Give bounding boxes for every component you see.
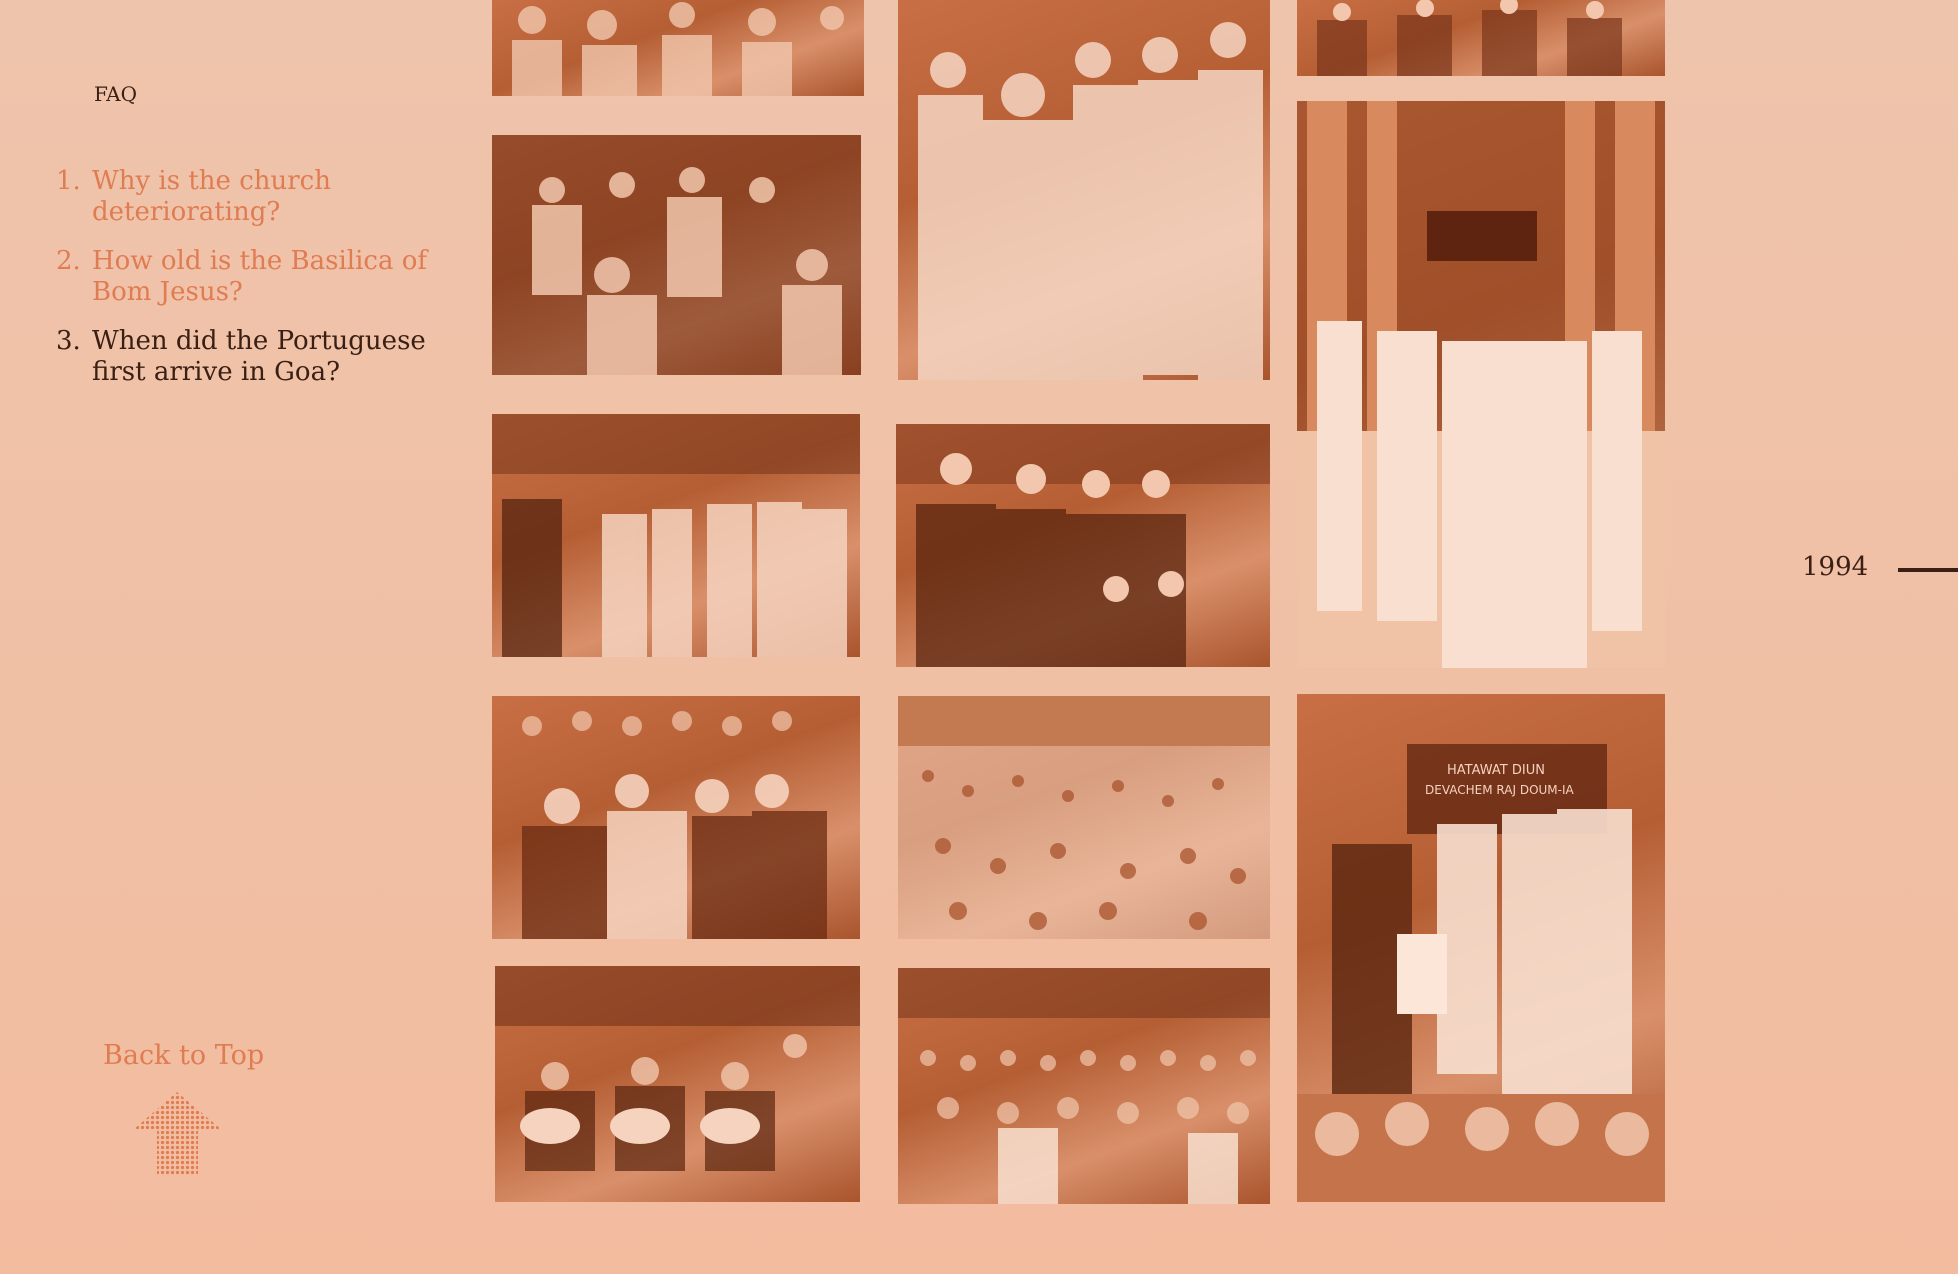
faq-item-number: 3. bbox=[56, 326, 81, 356]
photo-seated-dignitaries bbox=[492, 696, 860, 939]
photo-guitar-players bbox=[495, 966, 860, 1202]
photo-violin-choir bbox=[492, 135, 861, 375]
faq-item-2[interactable]: 2. How old is the Basilica of Bom Jesus? bbox=[56, 246, 456, 308]
faq-item-1[interactable]: 1. Why is the church deteriorating? bbox=[56, 166, 456, 228]
back-to-top-link[interactable]: Back to Top bbox=[103, 1040, 264, 1071]
photo-nuns-procession bbox=[898, 0, 1270, 380]
photo-choir-singers bbox=[492, 414, 860, 657]
faq-item-number: 1. bbox=[56, 166, 81, 196]
timeline-marker bbox=[1898, 568, 1958, 572]
photo-tent-audience bbox=[898, 968, 1270, 1204]
faq-item-number: 2. bbox=[56, 246, 81, 276]
faq-item-text[interactable]: When did the Portuguese first arrive in … bbox=[92, 326, 456, 388]
photo-bishop-ceremony: HATAWAT DIUN DEVACHEM RAJ DOUM-IA bbox=[1297, 694, 1665, 1202]
faq-item-text[interactable]: How old is the Basilica of Bom Jesus? bbox=[92, 246, 456, 308]
banner-text-line-2: DEVACHEM RAJ DOUM-IA bbox=[1425, 783, 1575, 797]
photo-seated-congregation bbox=[492, 0, 864, 96]
faq-item-3[interactable]: 3. When did the Portuguese first arrive … bbox=[56, 326, 456, 388]
faq-list: 1. Why is the church deteriorating? 2. H… bbox=[56, 166, 456, 406]
photo-basilica-altar bbox=[1297, 101, 1665, 668]
dotted-up-arrow-icon[interactable] bbox=[130, 1090, 225, 1177]
photo-men-in-suits bbox=[1297, 0, 1665, 76]
photo-outdoor-crowd bbox=[898, 696, 1270, 939]
faq-item-text[interactable]: Why is the church deteriorating? bbox=[92, 166, 456, 228]
photo-men-with-children bbox=[896, 424, 1270, 667]
faq-heading: FAQ bbox=[94, 82, 137, 106]
banner-text-line-1: HATAWAT DIUN bbox=[1447, 763, 1545, 778]
timeline-year: 1994 bbox=[1802, 552, 1869, 582]
